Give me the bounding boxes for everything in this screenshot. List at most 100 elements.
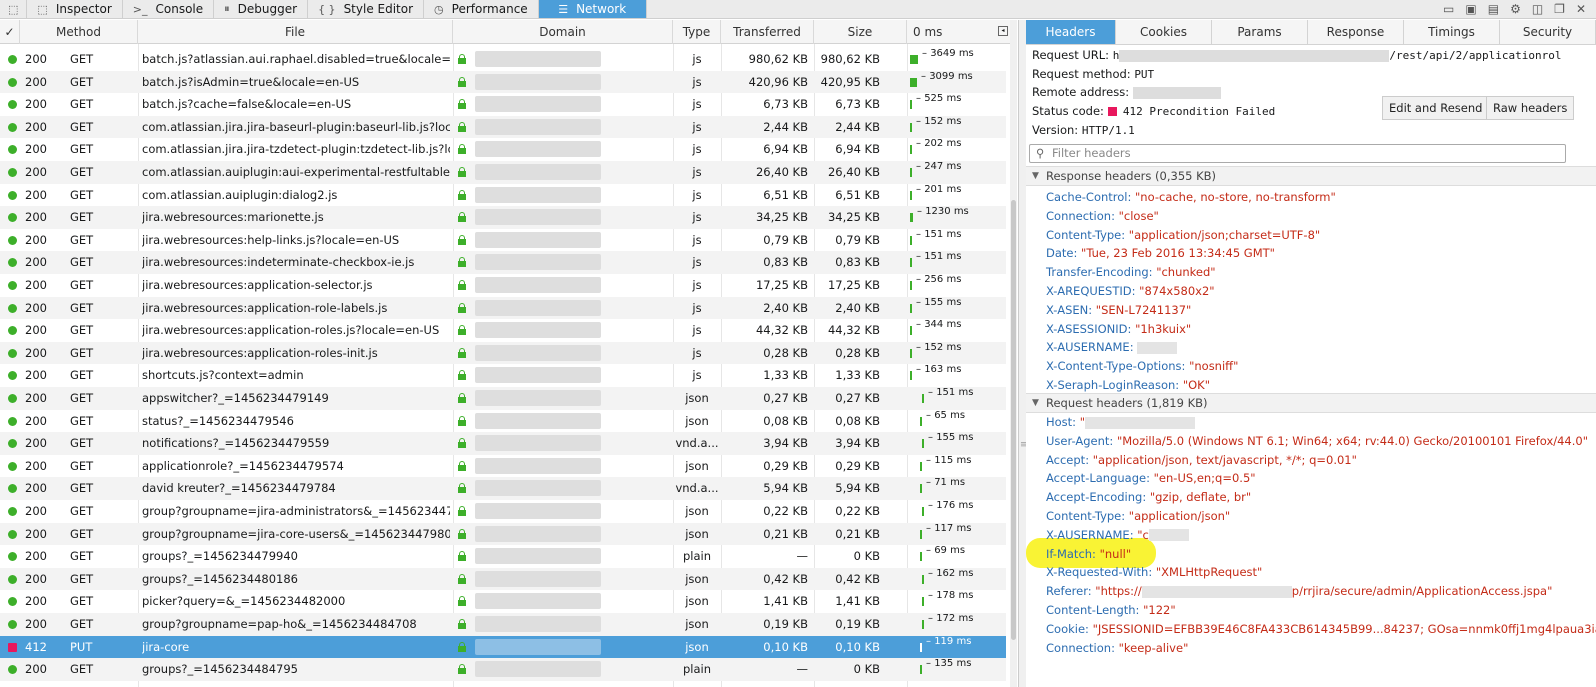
panel-splitter[interactable]: ≡ <box>1018 20 1028 687</box>
table-row[interactable]: 200 GET group?groupname=jira-administrator… <box>0 500 1006 523</box>
settings-icon[interactable]: ⚙ <box>1510 2 1521 16</box>
file-cell: group?groupname=pap-ho&_=1456234484708 <box>142 617 417 631</box>
table-row[interactable]: 200 GET groups?_=1456234479940 plain — 0 KB – … <box>0 545 1006 568</box>
table-row[interactable]: 200 GET batch.js?atlassian.aui.raphael.dis… <box>0 48 1006 71</box>
header-line[interactable]: X-ASEN: "SEN-L7241137" <box>1046 301 1191 320</box>
table-row[interactable]: 200 GET com.atlassian.jira.jira-baseurl-pl… <box>0 115 1006 139</box>
header-line[interactable]: Content-Type: "application/json" <box>1046 507 1230 526</box>
redacted-domain <box>475 638 601 655</box>
header-line[interactable]: User-Agent: "Mozilla/5.0 (Windows NT 6.1… <box>1046 432 1588 451</box>
file-cell: jira.webresources:marionette.js <box>142 210 324 225</box>
tab-security[interactable]: Security <box>1500 20 1596 44</box>
search-icon: ⚲ <box>1036 146 1045 160</box>
table-row[interactable]: 200 GET david kreuter?_=1456234479784 vnd.a… <box>0 477 1006 500</box>
split-console-icon[interactable]: ▭ <box>1443 2 1454 16</box>
scrollbar-thumb[interactable] <box>1011 200 1016 640</box>
waterfall-column-header[interactable]: 0 ms <box>907 20 1010 44</box>
table-row[interactable]: 200 GET group?groupname=jira-core-users&_=… <box>0 522 1006 546</box>
header-line[interactable]: X-AREQUESTID: "874x580x2" <box>1046 282 1215 301</box>
table-row[interactable]: 200 GET groups?_=1456234480186 json 0,42 KB 0… <box>0 567 1006 591</box>
table-row[interactable]: 200 GET group?groupname=pap-ho&_=145623448… <box>0 613 1006 636</box>
pick-element-button[interactable]: ⬚ <box>0 0 28 18</box>
tab-inspector[interactable]: ⬚ Inspector <box>27 0 123 18</box>
raw-headers-button[interactable]: Raw headers <box>1486 96 1575 120</box>
header-line[interactable]: If-Match: "null" <box>1046 545 1131 564</box>
header-line[interactable]: X-Requested-With: "XMLHttpRequest" <box>1046 563 1262 582</box>
close-icon[interactable]: ✕ <box>1576 2 1586 16</box>
header-line[interactable]: Connection: "keep-alive" <box>1046 639 1188 658</box>
type-cell: json <box>685 458 709 473</box>
filter-headers-input[interactable]: ⚲ Filter headers <box>1029 144 1566 163</box>
table-row[interactable]: 200 GET shortcuts.js?context=admin js 1,33 K… <box>0 364 1006 387</box>
header-line[interactable]: Content-Type: "application/json;charset=… <box>1046 226 1320 245</box>
responsive-mode-icon[interactable]: ▣ <box>1465 2 1476 16</box>
table-row[interactable]: 200 GET batch.js?cache=false&locale=en-US j… <box>0 93 1006 116</box>
status-cell: 200 <box>25 662 47 677</box>
table-scrollbar[interactable] <box>1010 20 1017 687</box>
transferred-column-header[interactable]: Transferred <box>721 20 814 44</box>
undock-icon[interactable]: ❐ <box>1554 2 1565 16</box>
table-row[interactable]: 200 GET appswitcher?_=1456234479149 json 0,2… <box>0 387 1006 410</box>
table-row[interactable]: 200 GET jira.webresources:indeterminate-ch… <box>0 251 1006 274</box>
table-row[interactable]: 200 GET jira.webresources:application-role… <box>0 341 1006 365</box>
response-headers-section[interactable]: ▼ Response headers (0,355 KB) <box>1026 166 1596 186</box>
tab-params[interactable]: Params <box>1212 20 1308 44</box>
waterfall-menu-icon[interactable]: ◂ <box>998 26 1008 36</box>
header-line[interactable]: Content-Length: "122" <box>1046 601 1176 620</box>
header-line[interactable]: Cookie: "JSESSIONID=EFBB39E46C8FA433CB61… <box>1046 620 1596 639</box>
table-row[interactable]: 200 GET status?_=1456234479546 json 0,08 KB 0… <box>0 410 1006 433</box>
table-row[interactable]: 200 GET picker?query=&_=1456234482000 json 1… <box>0 590 1006 613</box>
tab-cookies[interactable]: Cookies <box>1116 20 1212 44</box>
header-line[interactable]: Connection: "close" <box>1046 207 1159 226</box>
method-column-header[interactable]: Method <box>20 20 138 44</box>
table-row[interactable]: 200 GET jira.webresources:application-role… <box>0 319 1006 342</box>
dock-side-icon[interactable]: ◫ <box>1532 2 1543 16</box>
waterfall-bar <box>922 507 924 516</box>
table-row[interactable]: 200 GET notifications?_=1456234479559 vnd.a… <box>0 432 1006 455</box>
tab-response[interactable]: Response <box>1308 20 1404 44</box>
header-line[interactable]: Host: " <box>1046 413 1196 432</box>
edit-and-resend-button[interactable]: Edit and Resend <box>1382 96 1490 120</box>
header-line[interactable]: Referer: "https:// p/rrjira/secure/admin/… <box>1046 582 1552 601</box>
header-line[interactable]: Accept-Language: "en-US,en;q=0.5" <box>1046 469 1256 488</box>
table-row[interactable]: 200 GET com.atlassian.jira.jira-tzdetect-p… <box>0 138 1006 161</box>
header-line[interactable]: X-AUSERNAME: <box>1046 338 1178 357</box>
header-line[interactable]: X-ASESSIONID: "1h3kuix" <box>1046 320 1191 339</box>
table-row[interactable]: 200 GET jira.webresources:marionette.js js 3… <box>0 206 1006 229</box>
redacted-domain <box>475 593 601 610</box>
table-row[interactable]: 200 GET jira.webresources:help-links.js?lo… <box>0 229 1006 252</box>
header-line[interactable]: Cache-Control: "no-cache, no-store, no-t… <box>1046 188 1336 207</box>
file-column-header[interactable]: File <box>138 20 453 44</box>
table-row[interactable]: 200 GET jira.webresources:application-sele… <box>0 274 1006 297</box>
tab-performance[interactable]: ◷ Performance <box>424 0 539 18</box>
table-row[interactable]: 200 GET batch.js?isAdmin=true&locale=en-US… <box>0 70 1006 94</box>
status-column-header[interactable]: ✓ <box>0 20 20 44</box>
header-line[interactable]: X-AUSERNAME: "c <box>1046 526 1189 545</box>
table-row[interactable]: 200 GET jira.webresources:application-role… <box>0 296 1006 320</box>
header-line[interactable]: Accept-Encoding: "gzip, deflate, br" <box>1046 488 1251 507</box>
header-line[interactable]: X-Content-Type-Options: "nosniff" <box>1046 357 1238 376</box>
table-row[interactable]: 200 GET groups?_=1456234484795 plain — 0 KB – … <box>0 658 1006 681</box>
tab-debugger[interactable]: ⏸ Debugger <box>214 0 309 18</box>
type-column-header[interactable]: Type <box>673 20 721 44</box>
tab-network[interactable]: ☰ Network <box>538 0 647 18</box>
transferred-cell: — <box>796 549 809 564</box>
tab-timings[interactable]: Timings <box>1404 20 1500 44</box>
table-row[interactable]: 200 GET com.atlassian.auiplugin:aui-experi… <box>0 161 1006 184</box>
tab-style-editor[interactable]: { } Style Editor <box>308 0 425 18</box>
size-column-header[interactable]: Size <box>814 20 907 44</box>
tab-console[interactable]: >_ Console <box>123 0 215 18</box>
type-cell: js <box>692 345 702 360</box>
header-line[interactable]: Accept: "application/json, text/javascri… <box>1046 451 1357 470</box>
domain-column-header[interactable]: Domain <box>453 20 673 44</box>
scratchpad-icon[interactable]: ▤ <box>1488 2 1499 16</box>
tab-headers[interactable]: Headers <box>1026 20 1116 44</box>
request-headers-section[interactable]: ▼ Request headers (1,819 KB) <box>1026 393 1596 413</box>
waterfall-time: – 3099 ms <box>921 70 973 82</box>
header-line[interactable]: Transfer-Encoding: "chunked" <box>1046 263 1216 282</box>
table-row[interactable]: 412 PUT jira-core json 0,10 KB 0,10 KB – 119 m… <box>0 635 1006 659</box>
table-row[interactable]: 200 GET com.atlassian.auiplugin:dialog2.js… <box>0 184 1006 207</box>
table-row[interactable]: 200 GET applicationrole?_=1456234479574 jso… <box>0 455 1006 478</box>
header-line[interactable]: Date: "Tue, 23 Feb 2016 13:34:45 GMT" <box>1046 244 1275 263</box>
method-cell: GET <box>70 97 94 112</box>
